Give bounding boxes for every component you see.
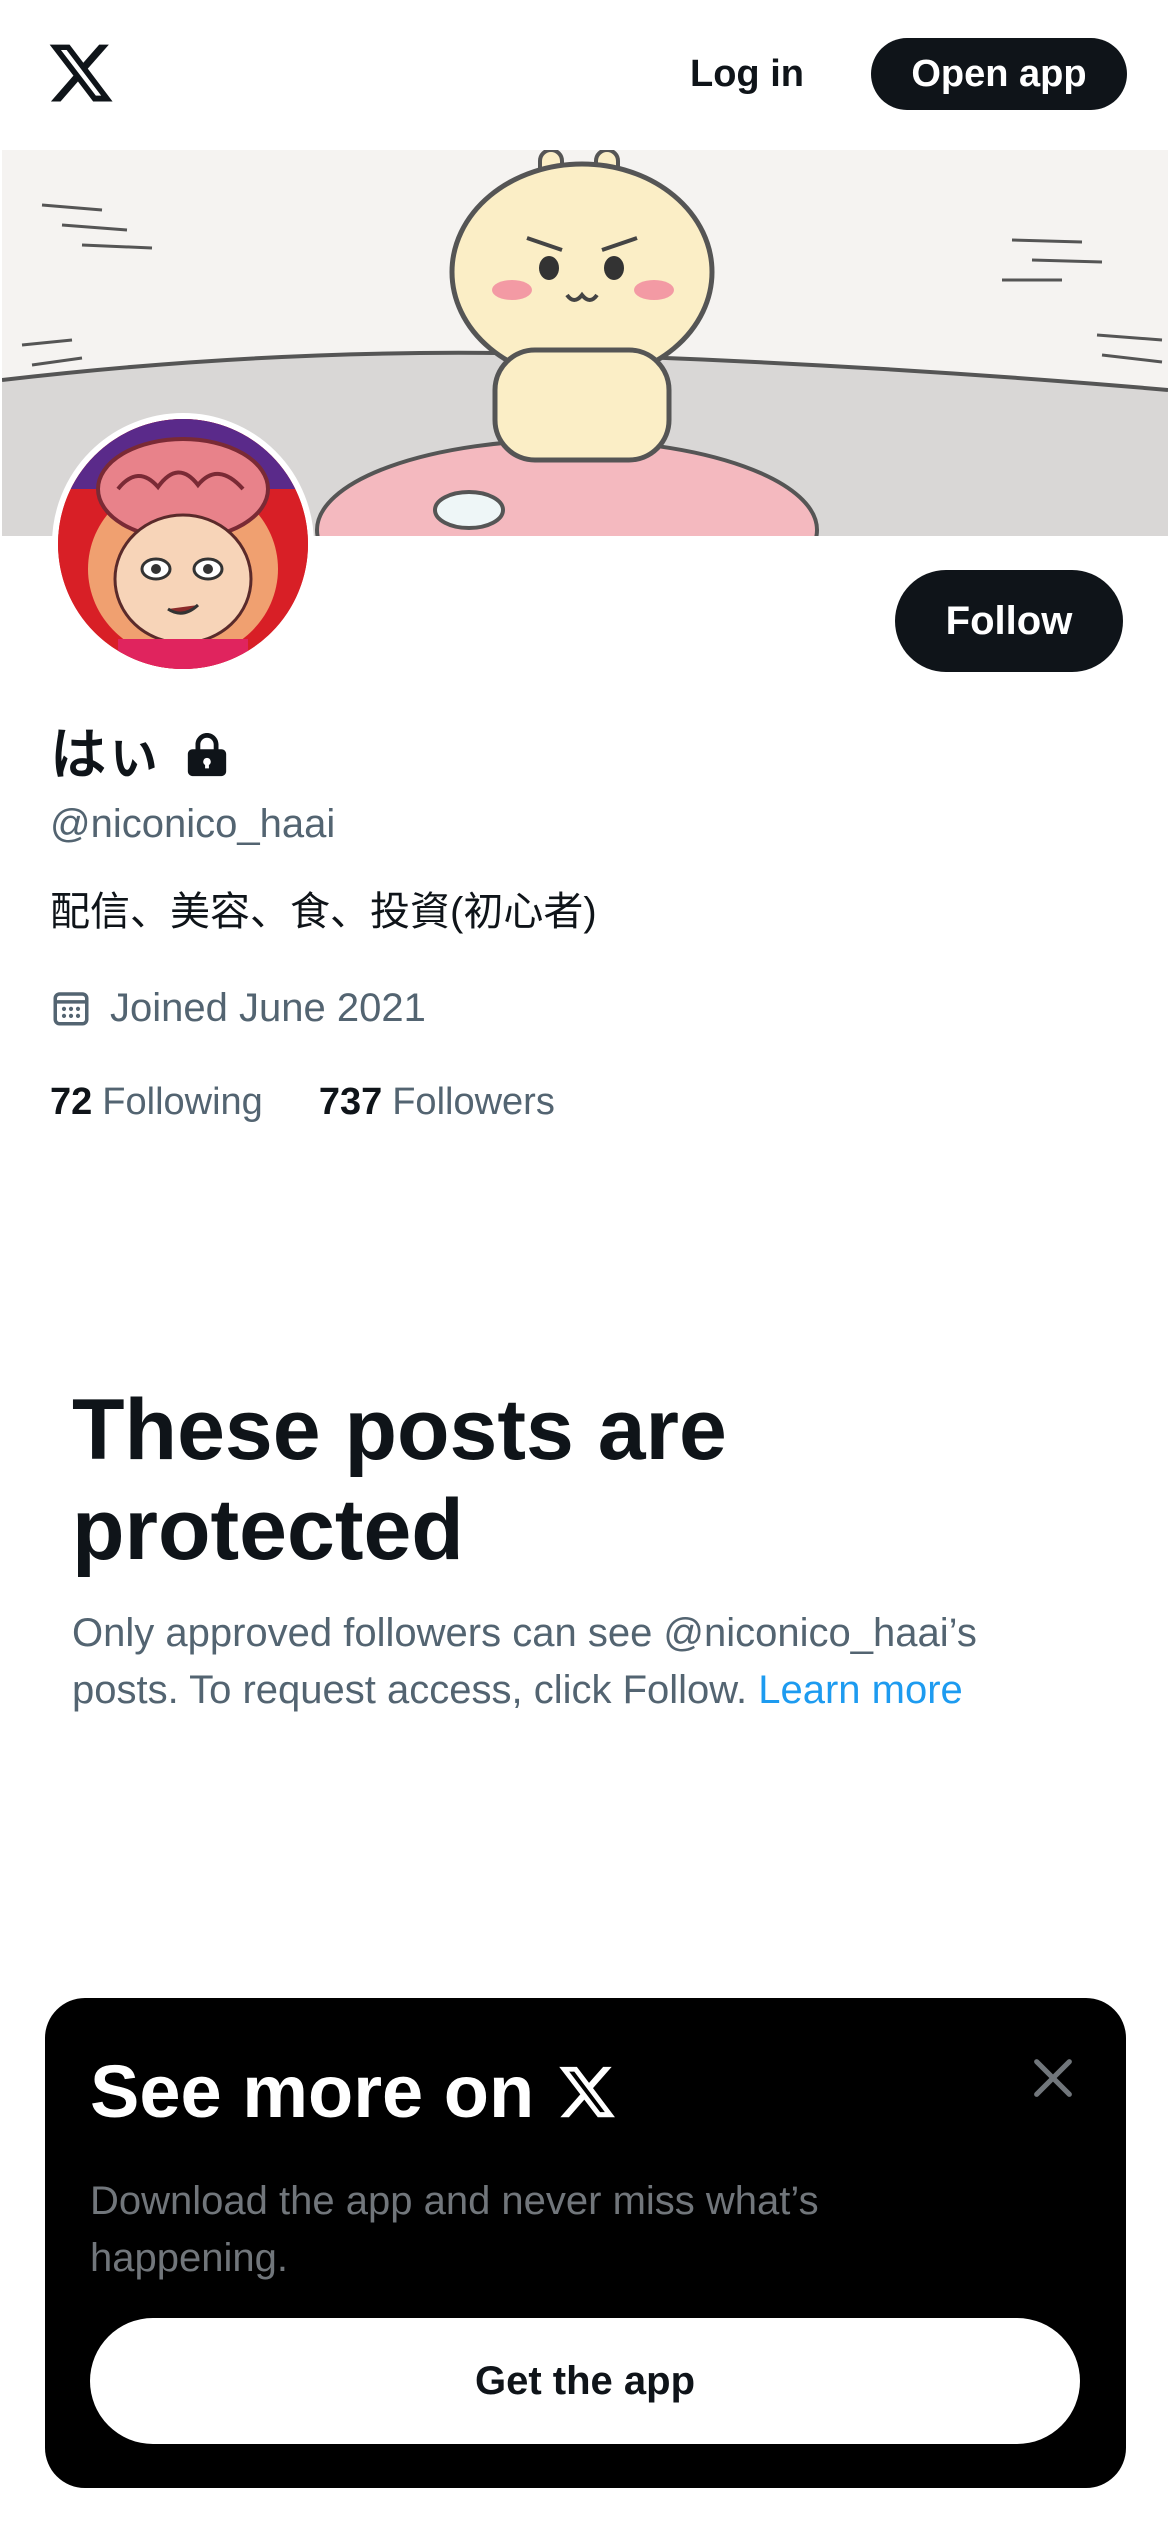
protected-description: Only approved followers can see @niconic… — [72, 1605, 1072, 1719]
open-app-button[interactable]: Open app — [871, 38, 1127, 110]
promo-title: See more on — [90, 2046, 618, 2138]
calendar-icon — [53, 992, 89, 1026]
following-label: Following — [102, 1081, 263, 1123]
top-bar: Log in Open app — [0, 0, 1170, 150]
get-app-button[interactable]: Get the app — [90, 2318, 1080, 2444]
close-icon[interactable] — [1025, 2050, 1081, 2106]
x-logo-icon[interactable] — [46, 38, 116, 108]
learn-more-link[interactable]: Learn more — [758, 1668, 963, 1712]
promo-description: Download the app and never miss what’s h… — [90, 2179, 819, 2280]
follow-button[interactable]: Follow — [895, 570, 1123, 672]
x-logo-icon — [559, 2066, 616, 2118]
joined-text: Joined June 2021 — [110, 985, 426, 1030]
followers-label: Followers — [392, 1081, 555, 1123]
followers-count: 737 — [318, 1081, 383, 1123]
following-stat[interactable]: 72 Following — [50, 1074, 263, 1130]
display-name-text: はぃ — [50, 723, 162, 786]
profile-stats: 72 Following 737 Followers — [50, 1074, 611, 1130]
joined-date: Joined June 2021 — [50, 980, 426, 1036]
promo-title-text: See more on — [90, 2050, 535, 2133]
profile-bio: 配信、美容、食、投資(初心者) — [50, 890, 597, 934]
lock-icon — [187, 732, 227, 777]
display-name: はぃ — [50, 720, 230, 790]
followers-stat[interactable]: 737 Followers — [319, 1074, 555, 1130]
profile-avatar[interactable] — [52, 413, 314, 675]
following-count: 72 — [50, 1081, 93, 1123]
protected-title: These posts are protected — [72, 1382, 727, 1578]
see-more-card: See more on Download the app and never m… — [45, 1998, 1126, 2488]
login-link[interactable]: Log in — [690, 40, 804, 108]
profile-handle: @niconico_haai — [50, 802, 336, 846]
